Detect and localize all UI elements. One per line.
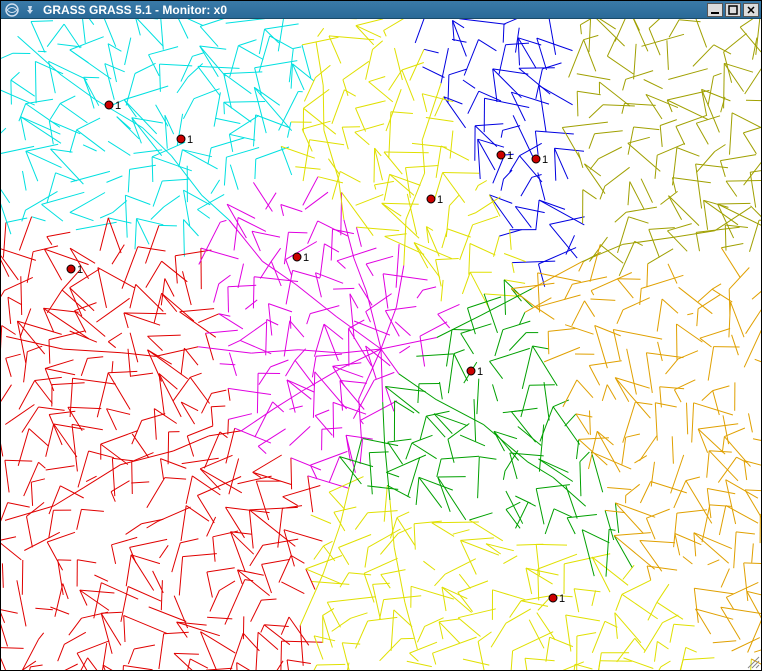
minimize-button[interactable] xyxy=(707,3,723,17)
app-window: GRASS GRASS 5.1 - Monitor: x0 1 1 1 1 1 1 1 1 1 xyxy=(0,0,762,671)
map-node: 1 xyxy=(427,194,443,206)
map-node: 1 xyxy=(532,154,548,166)
node-label: 1 xyxy=(477,366,483,378)
app-icon xyxy=(3,2,21,18)
road-layer xyxy=(198,177,459,489)
titlebar[interactable]: GRASS GRASS 5.1 - Monitor: x0 xyxy=(1,1,761,19)
road-layer xyxy=(562,19,761,276)
map-node: 1 xyxy=(67,264,83,276)
map-canvas[interactable]: 1 1 1 1 1 1 1 1 1 xyxy=(1,19,761,670)
pin-icon[interactable] xyxy=(23,3,37,17)
window-title: GRASS GRASS 5.1 - Monitor: x0 xyxy=(41,3,227,17)
map-node: 1 xyxy=(497,150,513,162)
node-label: 1 xyxy=(437,194,443,206)
road-layer xyxy=(340,280,633,577)
road-layer xyxy=(1,19,322,257)
maximize-button[interactable] xyxy=(725,3,741,17)
close-button[interactable] xyxy=(743,3,759,17)
node-label: 1 xyxy=(507,150,513,162)
node-label: 1 xyxy=(559,593,565,605)
road-layer xyxy=(1,217,322,670)
resize-handle-icon[interactable] xyxy=(746,655,760,669)
node-label: 1 xyxy=(77,264,83,276)
road-layer xyxy=(281,19,751,670)
node-label: 1 xyxy=(542,154,548,166)
road-layer xyxy=(511,245,761,671)
map-node: 1 xyxy=(467,366,483,378)
node-label: 1 xyxy=(115,100,121,112)
node-label: 1 xyxy=(187,134,193,146)
map-node: 1 xyxy=(293,252,309,264)
node-label: 1 xyxy=(303,252,309,264)
map-node: 1 xyxy=(549,593,565,605)
map-node: 1 xyxy=(177,134,193,146)
network-map-svg: 1 1 1 1 1 1 1 1 1 xyxy=(1,19,761,670)
